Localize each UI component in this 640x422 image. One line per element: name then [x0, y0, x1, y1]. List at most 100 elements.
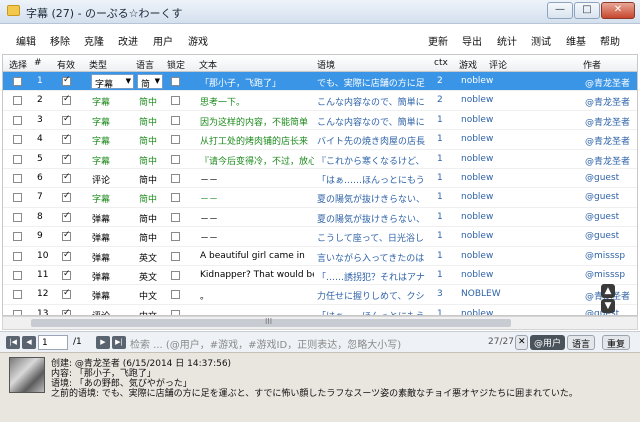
select-checkbox[interactable] [13, 135, 22, 145]
valid-checkbox[interactable] [62, 230, 71, 242]
horizontal-scrollbar[interactable]: III [2, 316, 638, 330]
col-ctx[interactable]: ctx [434, 58, 448, 68]
valid-checkbox[interactable] [62, 94, 71, 106]
test-menu[interactable]: 测试 [531, 33, 551, 48]
scroll-down-button[interactable]: ▼ [601, 299, 615, 313]
locked-checkbox[interactable] [171, 154, 180, 164]
locked-checkbox[interactable] [171, 115, 180, 125]
select-checkbox[interactable] [13, 174, 22, 183]
locked-checkbox[interactable] [171, 174, 180, 183]
col-author[interactable]: 作者 [583, 58, 601, 71]
folder-icon [7, 5, 20, 16]
col-select[interactable]: 选择 [9, 58, 27, 71]
valid-checkbox[interactable] [62, 133, 71, 145]
help-menu[interactable]: 帮助 [600, 33, 620, 48]
table-row[interactable]: 2 字幕 简中 思考一下。 こんな内容なので、簡単に 2 noblew @青龙圣者 [3, 91, 637, 111]
ctx-cell: 3 [437, 289, 443, 300]
table-row[interactable]: 9 弹幕 简中 －－ こうして座って、日光浴し 1 noblew @guest [3, 227, 637, 247]
export-menu[interactable]: 导出 [462, 33, 482, 48]
select-checkbox[interactable] [13, 115, 22, 125]
valid-checkbox[interactable] [62, 211, 71, 222]
valid-checkbox[interactable] [62, 114, 71, 125]
ctx-cell: 1 [437, 114, 443, 125]
valid-checkbox[interactable] [62, 269, 71, 280]
valid-checkbox[interactable] [62, 250, 71, 261]
col-comment[interactable]: 评论 [489, 58, 507, 71]
valid-checkbox[interactable] [62, 191, 71, 203]
last-page-button[interactable]: ▶| [112, 336, 126, 349]
locked-checkbox[interactable] [171, 96, 180, 106]
game-menu[interactable]: 游戏 [188, 33, 208, 48]
valid-checkbox[interactable] [62, 153, 71, 164]
col-text[interactable]: 文本 [199, 58, 217, 71]
col-context[interactable]: 语境 [317, 58, 335, 71]
col-valid[interactable]: 有效 [57, 58, 75, 71]
text-cell: Kidnapper? That would be [200, 270, 314, 280]
table-row[interactable]: 6 评论 简中 －－ 「はぁ……ほんっとにもう 1 noblew @guest [3, 169, 637, 189]
wiki-menu[interactable]: 维基 [566, 33, 586, 48]
table-row[interactable]: 8 弹幕 简中 －－ 夏の陽気が抜けきらない、 1 noblew @guest [3, 208, 637, 228]
minimize-button[interactable]: — [547, 2, 573, 19]
table-row[interactable]: 7 字幕 简中 －－ 夏の陽気が抜けきらない、 1 noblew @guest [3, 188, 637, 208]
locked-checkbox[interactable] [171, 135, 180, 145]
edit-menu[interactable]: 编辑 [16, 33, 36, 48]
user-menu[interactable]: 用户 [153, 33, 173, 48]
language-dropdown[interactable]: 简 ▼ [137, 74, 163, 90]
locked-checkbox[interactable] [171, 212, 180, 222]
stats-menu[interactable]: 统计 [497, 33, 517, 48]
table-row[interactable]: 13评论中文。「はぁ……ほんっとにもう1noblew@guest [3, 305, 637, 315]
col-number[interactable]: # [34, 58, 42, 68]
prev-page-button[interactable]: ◀ [22, 336, 36, 349]
table-row[interactable]: 4 字幕 简中 从打工处的烤肉铺的店长来バイト先の焼き肉屋の店長 1 noblew @青龙圣… [3, 130, 637, 150]
clear-search-button[interactable]: ✕ [515, 335, 528, 350]
locked-checkbox[interactable] [171, 232, 180, 242]
select-checkbox[interactable] [13, 96, 22, 106]
valid-checkbox[interactable] [62, 75, 71, 86]
reset-button[interactable]: 重复 [602, 335, 631, 350]
select-checkbox[interactable] [13, 232, 22, 242]
table-row[interactable]: 1字幕▼简▼「那小子，飞跑了」でも、実際に店舗の方に足2noblew@青龙圣者 [3, 72, 637, 92]
table-row[interactable]: 3 字幕 简中 因为这样的内容，不能简单こんな内容なので、簡単に 1 noblew @青龙圣… [3, 111, 637, 131]
valid-checkbox[interactable] [62, 288, 71, 300]
col-type[interactable]: 类型 [89, 58, 107, 71]
context-cell: 「はぁ……ほんっとにもう [317, 309, 429, 315]
page-input[interactable]: 1 [38, 335, 68, 350]
select-checkbox[interactable] [13, 271, 22, 280]
locked-checkbox[interactable] [171, 77, 180, 86]
select-checkbox[interactable] [13, 290, 22, 300]
col-locked[interactable]: 锁定 [167, 58, 185, 71]
table-row[interactable]: 12弹幕中文。力任せに握りしめて、クシ3NOBLEW@青龙圣者 [3, 285, 637, 305]
user-filter-button[interactable]: @用户 [530, 335, 566, 350]
type-cell: 弹幕 [92, 292, 111, 303]
text-cell: 思考一下。 [200, 98, 246, 109]
table-row[interactable]: 10 弹幕 英文 A beautiful girl came in 言いながら入ってきた… [3, 247, 637, 266]
scroll-up-button[interactable]: ▲ [601, 284, 615, 298]
close-button[interactable]: ✕ [601, 2, 635, 19]
language-filter-button[interactable]: 语言 [567, 335, 596, 350]
select-checkbox[interactable] [13, 251, 22, 261]
first-page-button[interactable]: |◀ [6, 336, 20, 349]
next-page-button[interactable]: ▶ [96, 336, 110, 349]
col-language[interactable]: 语言 [136, 58, 154, 71]
remove-menu[interactable]: 移除 [50, 33, 70, 48]
maximize-button[interactable]: □ [574, 2, 600, 19]
improve-menu[interactable]: 改进 [118, 33, 138, 48]
table-row[interactable]: 11 弹幕 英文 Kidnapper? That would be「……誘拐犯？それは… [3, 266, 637, 286]
locked-checkbox[interactable] [171, 193, 180, 203]
valid-checkbox[interactable] [62, 172, 71, 183]
select-checkbox[interactable] [13, 154, 22, 164]
locked-checkbox[interactable] [171, 251, 180, 261]
select-checkbox[interactable] [13, 212, 22, 222]
select-checkbox[interactable] [13, 193, 22, 203]
clone-menu[interactable]: 克隆 [84, 33, 104, 48]
type-dropdown[interactable]: 字幕 ▼ [91, 74, 134, 90]
search-input[interactable]: 检索 ... (@用户，#游戏，#游戏ID，正则表达，忽略大小写) [130, 335, 490, 351]
col-game[interactable]: 游戏 [459, 58, 477, 71]
ctx-cell: 1 [437, 211, 443, 222]
row-number: 1 [37, 76, 43, 86]
locked-checkbox[interactable] [171, 290, 180, 300]
table-row[interactable]: 5 字幕 简中 『请今后变得冷，不过，放心『これから寒くなるけど、 1 noblew @青龙… [3, 150, 637, 169]
select-checkbox[interactable] [13, 77, 22, 86]
update-menu[interactable]: 更新 [428, 33, 448, 48]
locked-checkbox[interactable] [171, 271, 180, 280]
